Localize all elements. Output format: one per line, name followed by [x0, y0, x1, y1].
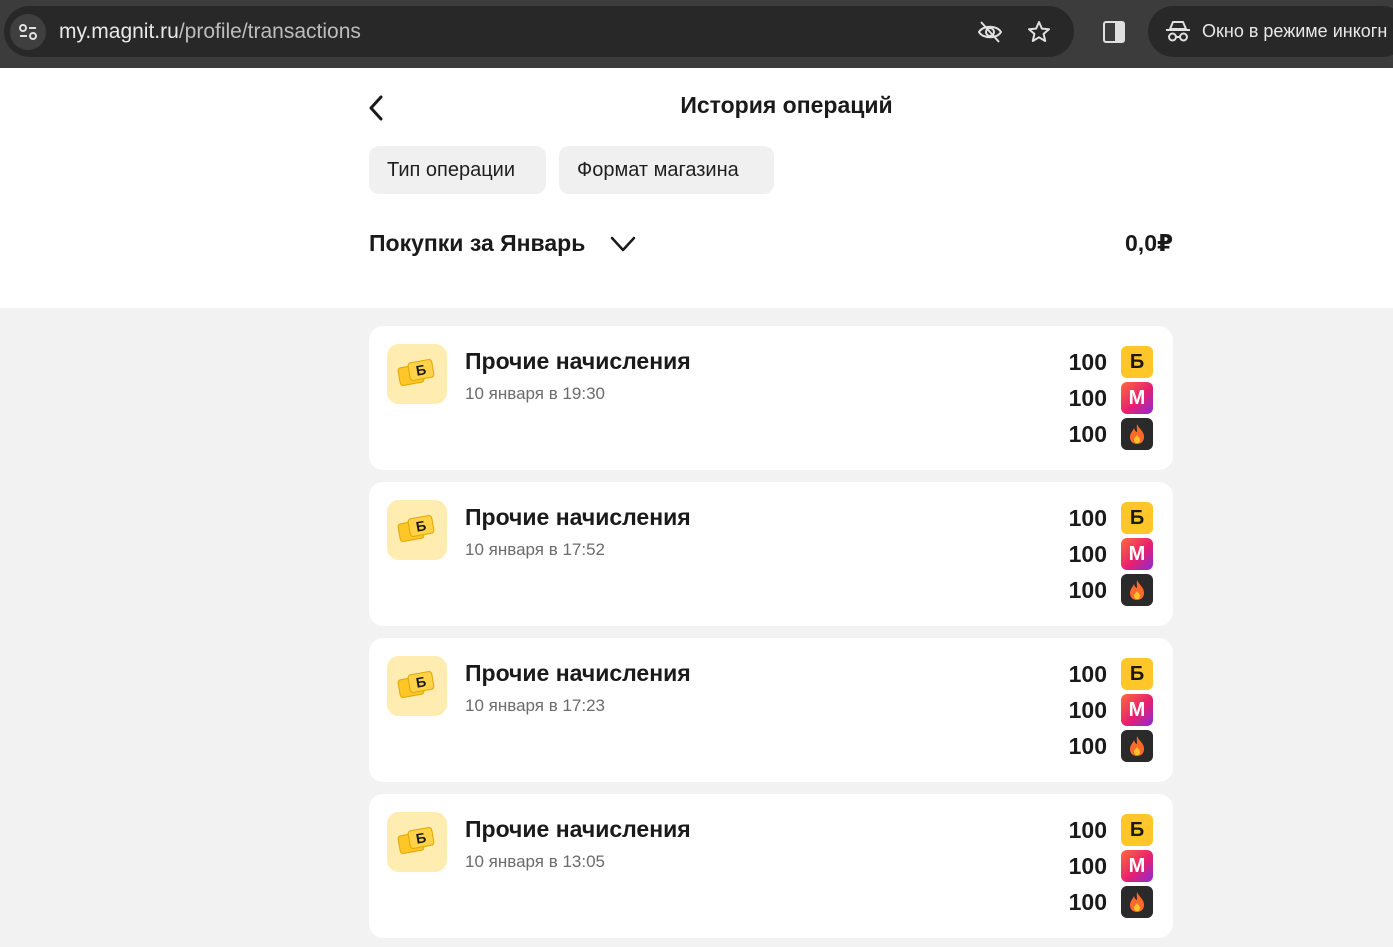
amount-value: 100	[1068, 504, 1107, 531]
bonus-tickets-icon: Б	[387, 500, 447, 560]
magnit-m-icon: М	[1121, 850, 1153, 882]
amount-row-fire: 100	[1043, 572, 1153, 608]
bonus-b-icon: Б	[1121, 346, 1153, 378]
site-info-button[interactable]	[10, 14, 46, 50]
transaction-date: 10 января в 13:05	[465, 852, 606, 871]
transaction-card[interactable]: Б Прочие начисления 10 января в 17:52 10…	[369, 482, 1173, 626]
bonus-b-icon: Б	[1121, 658, 1153, 690]
purchases-summary: Покупки за Январь 0,0₽	[369, 226, 1173, 262]
transaction-card[interactable]: Б Прочие начисления 10 января в 19:30 10…	[369, 326, 1173, 470]
transaction-date: 10 января в 19:30	[465, 384, 606, 403]
fire-icon	[1121, 574, 1153, 606]
amount-row-magnit: 100 М	[1043, 692, 1153, 728]
purchases-total: 0,0₽	[1125, 230, 1173, 256]
incognito-icon	[1166, 21, 1190, 42]
transactions-list: Б Прочие начисления 10 января в 19:30 10…	[369, 326, 1173, 947]
bonus-b-icon: Б	[1121, 502, 1153, 534]
incognito-label: Окно в режиме инкогн	[1202, 21, 1388, 41]
amount-row-magnit: 100 М	[1043, 380, 1153, 416]
amount-value: 100	[1068, 348, 1107, 375]
amounts-list: 100 Б 100 М 100	[1043, 656, 1153, 764]
amounts-list: 100 Б 100 М 100	[1043, 812, 1153, 920]
bonus-b-icon: Б	[1121, 814, 1153, 846]
amounts-list: 100 Б 100 М 100	[1043, 500, 1153, 608]
fire-icon	[1121, 418, 1153, 450]
amount-row-fire: 100	[1043, 884, 1153, 920]
browser-toolbar: my.magnit.ru/profile/transactions Окно в…	[0, 0, 1393, 68]
amount-row-magnit: 100 М	[1043, 536, 1153, 572]
transaction-title: Прочие начисления	[465, 660, 691, 686]
fire-icon	[1121, 886, 1153, 918]
incognito-indicator[interactable]: Окно в режиме инкогн	[1148, 6, 1393, 57]
amount-row-bonus: 100 Б	[1043, 500, 1153, 536]
url-path: /profile/transactions	[178, 20, 361, 43]
filter-chips: Тип операции Формат магазина	[369, 146, 774, 194]
amount-value: 100	[1068, 816, 1107, 843]
transaction-date: 10 января в 17:23	[465, 696, 606, 715]
purchases-month-label[interactable]: Покупки за Январь	[369, 230, 585, 257]
amount-value: 100	[1068, 420, 1107, 447]
transaction-date: 10 января в 17:52	[465, 540, 606, 559]
amount-value: 100	[1068, 576, 1107, 603]
transaction-title: Прочие начисления	[465, 348, 691, 374]
amount-value: 100	[1068, 540, 1107, 567]
amount-row-fire: 100	[1043, 728, 1153, 764]
filter-store-format[interactable]: Формат магазина	[559, 146, 774, 194]
star-icon[interactable]	[1026, 19, 1052, 45]
transaction-card[interactable]: Б Прочие начисления 10 января в 17:23 10…	[369, 638, 1173, 782]
amount-value: 100	[1068, 852, 1107, 879]
magnit-m-icon: М	[1121, 538, 1153, 570]
magnit-m-icon: М	[1121, 382, 1153, 414]
transaction-title: Прочие начисления	[465, 504, 691, 530]
amount-row-bonus: 100 Б	[1043, 344, 1153, 380]
chevron-down-icon[interactable]	[609, 232, 637, 256]
bonus-tickets-icon: Б	[387, 812, 447, 872]
magnit-m-icon: М	[1121, 694, 1153, 726]
amount-row-fire: 100	[1043, 416, 1153, 452]
eye-off-icon[interactable]	[977, 19, 1003, 45]
amount-value: 100	[1068, 888, 1107, 915]
address-bar[interactable]: my.magnit.ru/profile/transactions	[4, 6, 1074, 57]
fire-icon	[1121, 730, 1153, 762]
url-host: my.magnit.ru	[59, 20, 179, 43]
tune-icon	[19, 24, 37, 40]
bonus-tickets-icon: Б	[387, 344, 447, 404]
side-panel-icon[interactable]	[1101, 19, 1127, 45]
amount-value: 100	[1068, 660, 1107, 687]
url-text[interactable]: my.magnit.ru/profile/transactions	[59, 20, 361, 44]
transaction-card[interactable]: Б Прочие начисления 10 января в 13:05 10…	[369, 794, 1173, 938]
amount-row-magnit: 100 М	[1043, 848, 1153, 884]
amount-value: 100	[1068, 732, 1107, 759]
page-header: История операций Тип операции Формат маг…	[0, 68, 1393, 308]
amount-value: 100	[1068, 384, 1107, 411]
amount-row-bonus: 100 Б	[1043, 656, 1153, 692]
amount-row-bonus: 100 Б	[1043, 812, 1153, 848]
amounts-list: 100 Б 100 М 100	[1043, 344, 1153, 452]
bonus-tickets-icon: Б	[387, 656, 447, 716]
filter-operation-type[interactable]: Тип операции	[369, 146, 546, 194]
amount-value: 100	[1068, 696, 1107, 723]
page-title: История операций	[680, 92, 893, 118]
transaction-title: Прочие начисления	[465, 816, 691, 842]
